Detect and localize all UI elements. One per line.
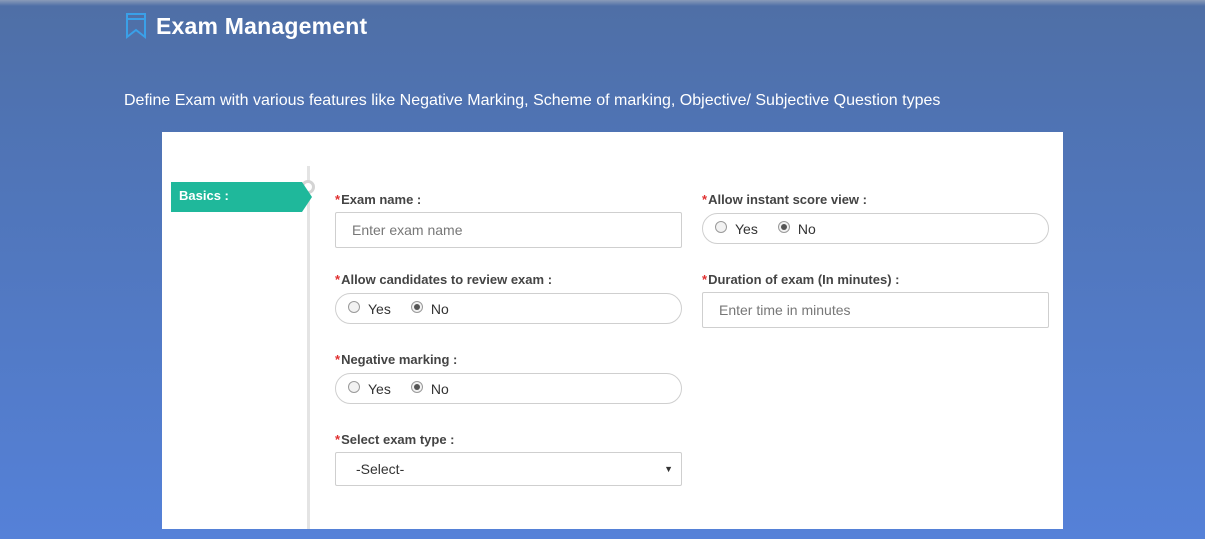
duration-label-text: Duration of exam (In minutes) : <box>708 272 900 287</box>
negative-marking-label-text: Negative marking : <box>341 352 458 367</box>
duration-field: *Duration of exam (In minutes) : <box>702 272 1049 328</box>
required-mark: * <box>335 432 341 447</box>
review-exam-field: *Allow candidates to review exam : Yes N… <box>335 272 682 324</box>
required-mark: * <box>335 352 341 367</box>
instant-score-label-text: Allow instant score view : <box>708 192 867 207</box>
required-mark: * <box>702 272 708 287</box>
radio-no-label: No <box>797 220 816 237</box>
radio-yes[interactable] <box>348 300 360 313</box>
duration-label: *Duration of exam (In minutes) : <box>702 272 1049 288</box>
page-subtitle: Define Exam with various features like N… <box>124 92 941 109</box>
negative-marking-radio-group: Yes No <box>335 373 682 404</box>
radio-no-label: No <box>430 300 449 317</box>
required-mark: * <box>335 192 341 207</box>
instant-score-yes-option[interactable]: Yes <box>715 220 758 237</box>
radio-yes[interactable] <box>715 220 727 233</box>
instant-score-no-option[interactable]: No <box>777 220 816 237</box>
review-yes-option[interactable]: Yes <box>348 300 391 317</box>
exam-type-label-text: Select exam type : <box>341 432 455 447</box>
instant-score-label: *Allow instant score view : <box>702 192 1049 208</box>
review-exam-label: *Allow candidates to review exam : <box>335 272 682 288</box>
exam-name-field: *Exam name : <box>335 192 682 248</box>
negative-marking-label: *Negative marking : <box>335 352 682 368</box>
bookmark-icon <box>126 13 146 40</box>
negative-no-option[interactable]: No <box>410 380 449 397</box>
radio-no[interactable] <box>410 380 423 393</box>
review-exam-radio-group: Yes No <box>335 293 682 324</box>
exam-type-select[interactable]: -Select- ▼ <box>335 452 682 486</box>
review-exam-label-text: Allow candidates to review exam : <box>341 272 553 287</box>
step-timeline <box>307 166 310 529</box>
radio-yes-label: Yes <box>368 380 391 397</box>
exam-name-label: *Exam name : <box>335 192 682 208</box>
chevron-down-icon: ▼ <box>664 464 673 474</box>
exam-type-label: *Select exam type : <box>335 432 682 448</box>
instant-score-field: *Allow instant score view : Yes No <box>702 192 1049 244</box>
radio-no[interactable] <box>410 300 423 313</box>
required-mark: * <box>335 272 341 287</box>
exam-type-field: *Select exam type : -Select- ▼ <box>335 432 682 486</box>
duration-input[interactable] <box>702 292 1049 328</box>
page-header: Exam Management <box>124 12 367 40</box>
step-tab-basics[interactable]: Basics : <box>171 182 312 212</box>
exam-type-selected-value: -Select- <box>356 461 405 477</box>
radio-yes[interactable] <box>348 380 360 393</box>
review-no-option[interactable]: No <box>410 300 449 317</box>
exam-name-input[interactable] <box>335 212 682 248</box>
page-title: Exam Management <box>156 12 368 39</box>
negative-marking-field: *Negative marking : Yes No <box>335 352 682 404</box>
exam-name-label-text: Exam name : <box>341 192 422 207</box>
radio-yes-label: Yes <box>368 300 391 317</box>
radio-yes-label: Yes <box>735 220 758 237</box>
required-mark: * <box>702 192 708 207</box>
exam-form-card: Basics : *Exam name : *Allow instant sco… <box>162 132 1063 529</box>
negative-yes-option[interactable]: Yes <box>348 380 391 397</box>
radio-no-label: No <box>430 380 449 397</box>
radio-no[interactable] <box>777 220 790 233</box>
instant-score-radio-group: Yes No <box>702 213 1049 244</box>
